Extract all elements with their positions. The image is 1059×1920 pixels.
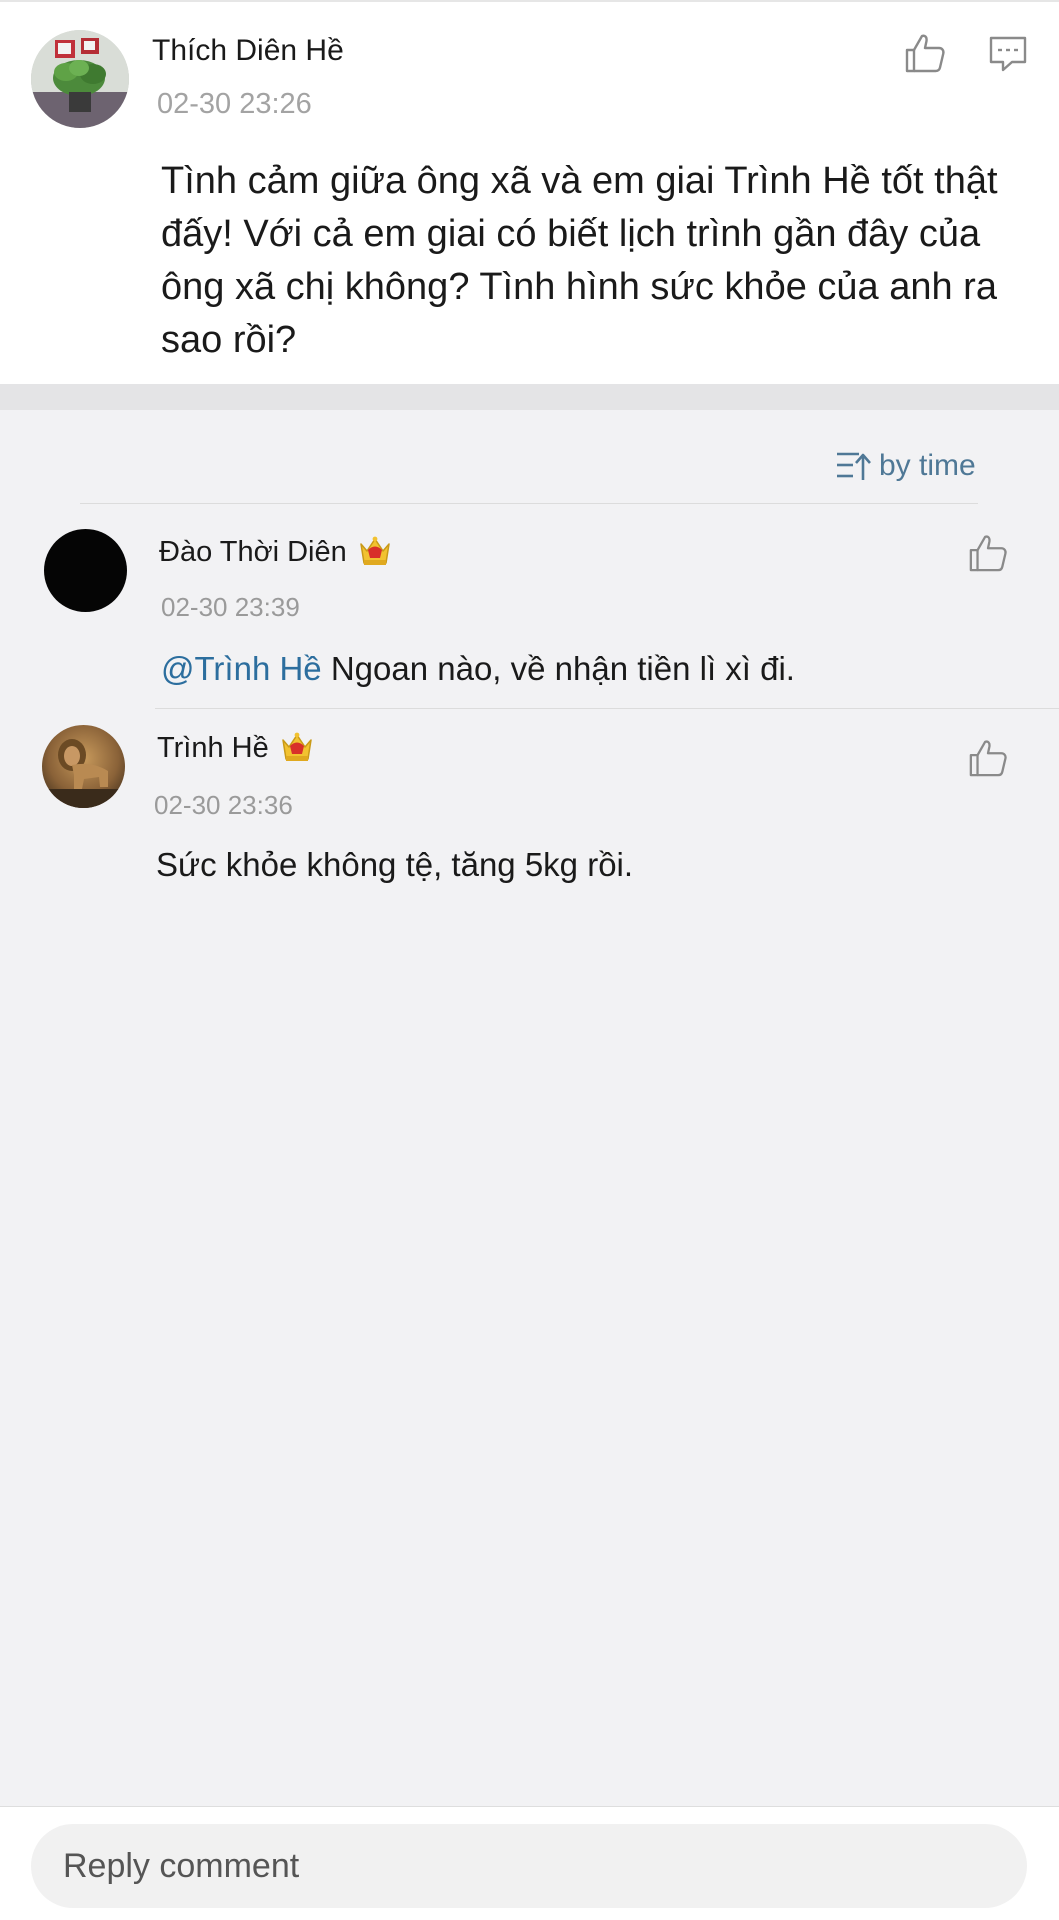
mention-link[interactable]: @Trình Hề [161,650,322,687]
sort-label: by time [879,449,976,482]
comment-author[interactable]: Đào Thời Diên [159,536,347,569]
comment-author-row: Đào Thời Diên [159,534,393,570]
thumbs-up-icon [905,34,945,73]
reply-comment-input[interactable] [31,1824,1027,1908]
reply-bar [0,1806,1059,1920]
thumbs-up-icon [969,535,1007,572]
divider [155,708,1059,709]
sort-ascending-icon [837,452,871,480]
thumbs-up-icon [969,740,1007,777]
comment-author[interactable]: Trình Hề [157,732,269,765]
crown-icon [360,536,390,565]
like-button[interactable] [967,738,1009,778]
like-button[interactable] [903,32,947,74]
comment-text-body: Ngoan nào, về nhận tiền lì xì đi. [321,650,795,687]
comment-text: @Trình Hề Ngoan nào, về nhận tiền lì xì … [161,650,795,688]
lion-avatar-image [42,725,125,808]
like-button[interactable] [967,533,1009,573]
comment-icon [989,36,1027,72]
post-timestamp: 02-30 23:26 [157,88,312,120]
post-author[interactable]: Thích Diên Hề [152,34,344,68]
comment-text: Sức khỏe không tệ, tăng 5kg rồi. [156,846,634,883]
comment-author-row: Trình Hề [157,730,315,766]
comment-timestamp: 02-30 23:39 [161,592,300,622]
main-post: Thích Diên Hề 02-30 23:26 Tình cảm giữa … [0,0,1059,384]
avatar[interactable] [31,30,129,128]
crown-icon [282,732,312,761]
post-body-text: Tình cảm giữa ông xã và em giai Trình Hề… [161,160,998,361]
plant-avatar-image [31,30,129,128]
sort-by-time-button[interactable]: by time [835,446,976,486]
avatar[interactable] [44,529,127,612]
divider [80,503,978,504]
section-divider [0,384,1059,410]
comment-timestamp: 02-30 23:36 [154,790,293,820]
comment-button[interactable] [988,34,1028,74]
avatar[interactable] [42,725,125,808]
